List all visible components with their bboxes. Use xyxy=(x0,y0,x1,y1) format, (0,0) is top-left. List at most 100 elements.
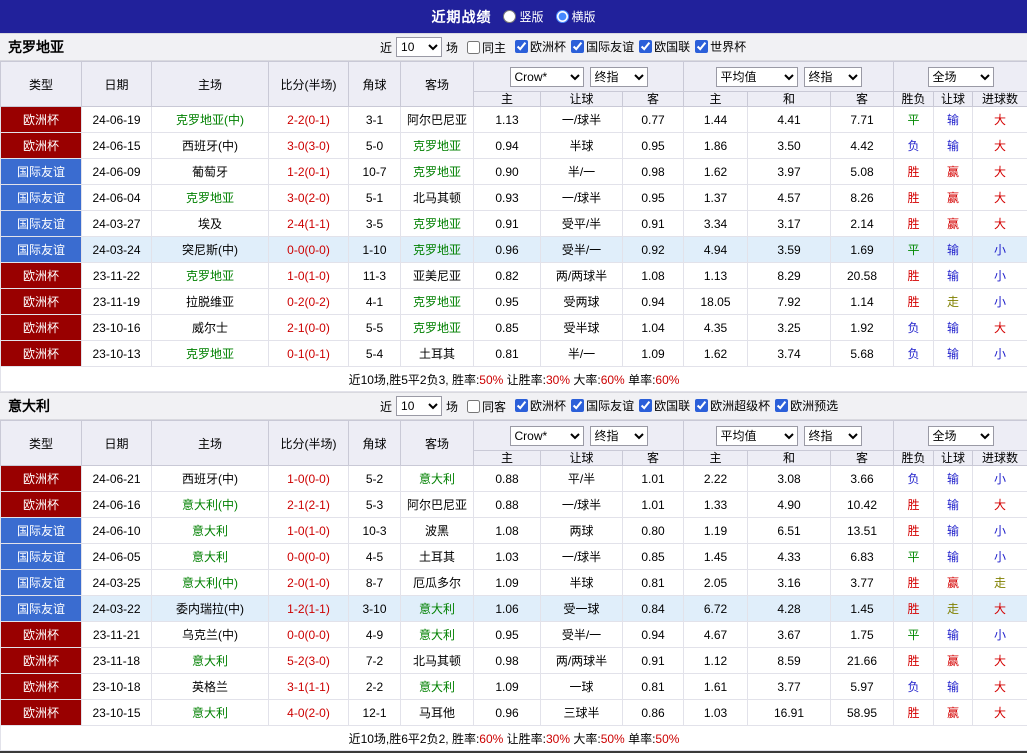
same-venue-filter[interactable]: 同主 xyxy=(467,39,506,56)
corner-cell: 5-1 xyxy=(349,185,401,211)
match-row: 欧洲杯23-10-15意大利4-0(2-0)12-1马耳他0.96三球半0.86… xyxy=(1,700,1027,726)
bookmaker-select[interactable]: Crow* xyxy=(510,67,584,87)
vertical-radio[interactable] xyxy=(503,10,516,23)
avg-draw-odds-cell: 3.97 xyxy=(748,159,831,185)
competition-checkbox[interactable] xyxy=(775,399,788,412)
wdl-result-cell: 胜 xyxy=(894,185,934,211)
away-team-cell: 意大利 xyxy=(401,622,474,648)
competition-filter[interactable]: 世界杯 xyxy=(695,38,746,55)
match-count-select[interactable]: 10 xyxy=(396,37,442,57)
avg-home-odds-cell: 3.34 xyxy=(684,211,748,237)
goals-result-cell: 走 xyxy=(973,570,1027,596)
competition-filters: 欧洲杯国际友谊欧国联欧洲超级杯欧洲预选 xyxy=(510,397,838,415)
sub-header-result: 胜负 xyxy=(894,92,934,107)
competition-filter[interactable]: 欧国联 xyxy=(639,397,690,414)
same-venue-checkbox[interactable] xyxy=(467,41,480,54)
avg-away-odds-cell: 20.58 xyxy=(831,263,894,289)
avg-home-odds-cell: 4.94 xyxy=(684,237,748,263)
competition-checkbox[interactable] xyxy=(571,40,584,53)
average-select[interactable]: 平均值 xyxy=(716,426,798,446)
col-header-corner: 角球 xyxy=(349,62,401,107)
avg-home-odds-cell: 1.33 xyxy=(684,492,748,518)
competition-checkbox[interactable] xyxy=(515,399,528,412)
crow-away-odds-cell: 0.85 xyxy=(623,544,684,570)
same-venue-checkbox[interactable] xyxy=(467,400,480,413)
competition-checkbox[interactable] xyxy=(571,399,584,412)
competition-checkbox[interactable] xyxy=(695,40,708,53)
crow-home-odds-cell: 1.09 xyxy=(474,570,541,596)
summary-stat-value: 50% xyxy=(479,373,506,387)
handicap-cell: 半球 xyxy=(541,570,623,596)
competition-filter[interactable]: 欧国联 xyxy=(639,38,690,55)
avg-stage-select[interactable]: 终指 xyxy=(804,426,862,446)
handicap-result-cell: 输 xyxy=(934,466,973,492)
home-team-cell: 意大利 xyxy=(152,544,269,570)
competition-filter[interactable]: 欧洲杯 xyxy=(515,397,566,414)
home-team-cell: 威尔士 xyxy=(152,315,269,341)
corner-cell: 3-1 xyxy=(349,107,401,133)
competition-filter[interactable]: 欧洲预选 xyxy=(775,397,838,414)
wdl-result-cell: 胜 xyxy=(894,596,934,622)
crow-away-odds-cell: 0.92 xyxy=(623,237,684,263)
crow-home-odds-cell: 0.93 xyxy=(474,185,541,211)
competition-filter[interactable]: 欧洲杯 xyxy=(515,38,566,55)
same-venue-filter[interactable]: 同客 xyxy=(467,398,506,415)
home-team-cell: 西班牙(中) xyxy=(152,133,269,159)
crow-stage-select[interactable]: 终指 xyxy=(590,67,648,87)
goals-result-cell: 大 xyxy=(973,648,1027,674)
crow-stage-select[interactable]: 终指 xyxy=(590,426,648,446)
match-count-select[interactable]: 10 xyxy=(396,396,442,416)
avg-home-odds-cell: 18.05 xyxy=(684,289,748,315)
competition-filter[interactable]: 国际友谊 xyxy=(571,38,634,55)
avg-draw-odds-cell: 3.67 xyxy=(748,622,831,648)
goals-result-cell: 大 xyxy=(973,159,1027,185)
date-cell: 24-03-24 xyxy=(82,237,152,263)
avg-stage-select[interactable]: 终指 xyxy=(804,67,862,87)
away-team-cell: 波黑 xyxy=(401,518,474,544)
match-row: 国际友谊24-03-22委内瑞拉(中)1-2(1-1)3-10意大利1.06受一… xyxy=(1,596,1027,622)
horizontal-radio[interactable] xyxy=(556,10,569,23)
match-type-cell: 国际友谊 xyxy=(1,159,82,185)
away-team-cell: 克罗地亚 xyxy=(401,133,474,159)
average-select[interactable]: 平均值 xyxy=(716,67,798,87)
layout-horizontal-option[interactable]: 横版 xyxy=(556,8,596,25)
away-team-cell: 北马其顿 xyxy=(401,185,474,211)
average-odds-header: 平均值 终指 xyxy=(684,62,894,92)
avg-away-odds-cell: 5.08 xyxy=(831,159,894,185)
handicap-result-cell: 赢 xyxy=(934,700,973,726)
match-type-cell: 欧洲杯 xyxy=(1,492,82,518)
date-cell: 24-03-25 xyxy=(82,570,152,596)
competition-checkbox[interactable] xyxy=(639,40,652,53)
competition-filter[interactable]: 国际友谊 xyxy=(571,397,634,414)
avg-draw-odds-cell: 3.25 xyxy=(748,315,831,341)
competition-checkbox[interactable] xyxy=(639,399,652,412)
match-row: 国际友谊24-06-09葡萄牙1-2(0-1)10-7克罗地亚0.90半/一0.… xyxy=(1,159,1027,185)
handicap-cell: 受平/半 xyxy=(541,211,623,237)
away-team-cell: 土耳其 xyxy=(401,341,474,367)
handicap-cell: 受半球 xyxy=(541,315,623,341)
handicap-result-cell: 输 xyxy=(934,315,973,341)
corner-cell: 5-5 xyxy=(349,315,401,341)
crow-away-odds-cell: 0.95 xyxy=(623,133,684,159)
competition-checkbox[interactable] xyxy=(515,40,528,53)
avg-draw-odds-cell: 6.51 xyxy=(748,518,831,544)
goals-result-cell: 小 xyxy=(973,289,1027,315)
layout-vertical-option[interactable]: 竖版 xyxy=(503,8,543,25)
competition-filter[interactable]: 欧洲超级杯 xyxy=(695,397,770,414)
date-cell: 23-11-21 xyxy=(82,622,152,648)
wdl-result-cell: 胜 xyxy=(894,492,934,518)
wdl-result-cell: 负 xyxy=(894,466,934,492)
corner-cell: 10-7 xyxy=(349,159,401,185)
match-row: 欧洲杯23-10-13克罗地亚0-1(0-1)5-4土耳其0.81半/一1.09… xyxy=(1,341,1027,367)
avg-home-odds-cell: 1.86 xyxy=(684,133,748,159)
corner-cell: 4-5 xyxy=(349,544,401,570)
handicap-result-cell: 赢 xyxy=(934,185,973,211)
home-team-cell: 乌克兰(中) xyxy=(152,622,269,648)
handicap-result-cell: 赢 xyxy=(934,211,973,237)
summary-cell: 近10场,胜5平2负3, 胜率:50% 让胜率:30% 大率:60% 单率:60… xyxy=(1,367,1027,392)
scope-select[interactable]: 全场 xyxy=(928,426,994,446)
competition-checkbox[interactable] xyxy=(695,399,708,412)
avg-draw-odds-cell: 4.28 xyxy=(748,596,831,622)
scope-select[interactable]: 全场 xyxy=(928,67,994,87)
bookmaker-select[interactable]: Crow* xyxy=(510,426,584,446)
